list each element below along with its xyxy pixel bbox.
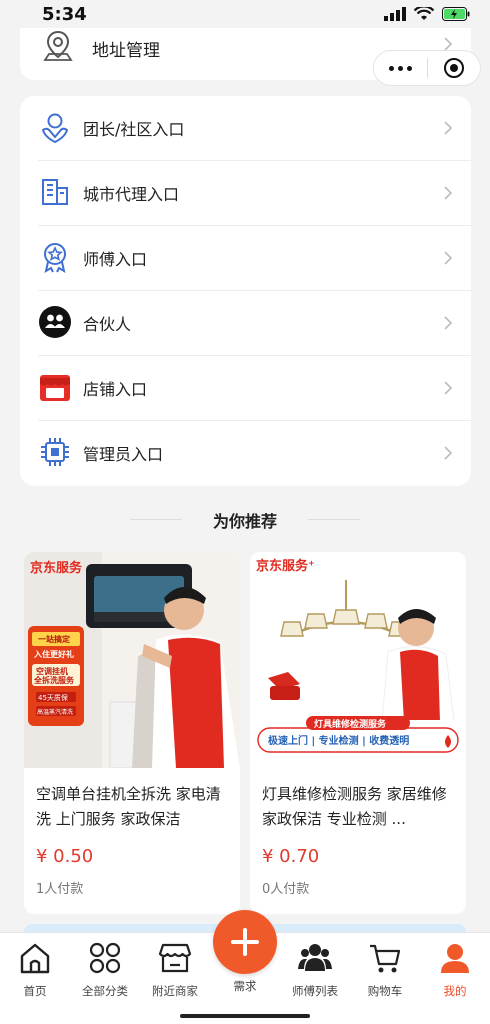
tab-label: 首页: [23, 984, 47, 998]
more-dot-icon: [388, 65, 394, 71]
product-title: 灯具维修检测服务 家居维修 家政保洁 专业检测 ...: [262, 785, 447, 828]
post-demand-button[interactable]: [213, 910, 277, 974]
badge-star-icon: [38, 240, 72, 274]
home-icon: [20, 943, 50, 974]
address-management-label: 地址管理: [92, 41, 160, 61]
entry-menu-card: 团长/社区入口 城市代理入口 师傅入口 合伙人 店铺入口 管理员入口: [20, 96, 471, 486]
brand-logo-text: 京东服务⁺: [256, 558, 315, 574]
status-time: 5:34: [42, 3, 87, 25]
tab-label: 需求: [233, 979, 257, 993]
plus-icon: [231, 928, 259, 956]
location-pin-icon: [43, 30, 73, 61]
svg-text:入住更好礼: 入住更好礼: [33, 649, 74, 659]
building-icon: [38, 175, 72, 209]
lamp-service-illustration: 京东服务⁺ 灯具维修检测服务 极速上门 | 专业检测 | 收费透明: [250, 552, 466, 768]
menu-item-label: 团长/社区入口: [83, 120, 185, 139]
product-image-ac: 京东服务 一站搞定 入住更好礼 空调挂机 全拆洗服务 45天质保 高温蒸汽清洗: [24, 552, 240, 768]
tab-label: 师傅列表: [292, 984, 338, 998]
more-options-button[interactable]: [374, 65, 427, 71]
chevron-right-icon: [444, 251, 453, 265]
tab-label: 购物车: [367, 984, 403, 998]
product-title: 空调单台挂机全拆洗 家电清洗 上门服务 家政保洁: [36, 785, 221, 828]
tab-nearby-shops[interactable]: 附近商家: [143, 941, 207, 1001]
status-icons: [384, 7, 470, 21]
tab-mine[interactable]: 我的: [423, 941, 487, 1001]
menu-item-store[interactable]: 店铺入口: [20, 356, 471, 421]
chevron-right-icon: [444, 381, 453, 395]
product-price: ¥ 0.70: [262, 846, 320, 867]
menu-item-master[interactable]: 师傅入口: [20, 226, 471, 291]
menu-item-label: 店铺入口: [83, 380, 148, 399]
tab-master-list[interactable]: 师傅列表: [283, 941, 347, 1001]
partners-icon: [38, 305, 72, 339]
menu-item-city-agent[interactable]: 城市代理入口: [20, 161, 471, 226]
chevron-right-icon: [444, 121, 453, 135]
product-sold-count: 1人付款: [36, 882, 84, 897]
target-close-icon: [443, 58, 464, 78]
menu-item-admin[interactable]: 管理员入口: [20, 421, 471, 486]
tab-label: 附近商家: [152, 984, 198, 998]
menu-item-partner[interactable]: 合伙人: [20, 291, 471, 356]
divider: [308, 519, 360, 520]
brand-logo-text: 京东服务: [30, 560, 83, 576]
person-heart-icon: [38, 110, 72, 144]
product-image-lamp: 京东服务⁺ 灯具维修检测服务 极速上门 | 专业检测 | 收费透明: [250, 552, 466, 768]
tab-label: 全部分类: [82, 984, 128, 998]
svg-text:灯具维修检测服务: 灯具维修检测服务: [314, 718, 387, 730]
close-miniprogram-button[interactable]: [427, 57, 480, 79]
ac-service-illustration: 京东服务 一站搞定 入住更好礼 空调挂机 全拆洗服务 45天质保 高温蒸汽清洗: [24, 552, 240, 768]
chevron-right-icon: [444, 446, 453, 460]
product-sold-count: 0人付款: [262, 882, 310, 897]
product-price: ¥ 0.50: [36, 846, 94, 867]
svg-text:高温蒸汽清洗: 高温蒸汽清洗: [37, 708, 73, 716]
store-icon: [38, 370, 72, 404]
tab-cart[interactable]: 购物车: [353, 941, 417, 1001]
menu-item-community-leader[interactable]: 团长/社区入口: [20, 96, 471, 161]
tab-home[interactable]: 首页: [3, 941, 67, 1001]
chip-icon: [38, 435, 72, 469]
shop-icon: [158, 943, 192, 973]
recommend-title: 为你推荐: [212, 512, 277, 531]
svg-text:一站搞定: 一站搞定: [38, 634, 70, 644]
svg-text:全拆洗服务: 全拆洗服务: [33, 675, 75, 685]
svg-text:空调挂机: 空调挂机: [36, 666, 68, 676]
chevron-right-icon: [444, 186, 453, 200]
status-bar: 5:34: [0, 0, 490, 28]
wifi-icon: [414, 7, 434, 20]
battery-charging-icon: [442, 7, 470, 21]
tab-categories[interactable]: 全部分类: [73, 941, 137, 1001]
more-dot-icon: [397, 65, 403, 71]
more-dot-icon: [406, 65, 412, 71]
miniprogram-capsule: [373, 50, 481, 86]
menu-item-label: 合伙人: [83, 315, 132, 334]
tab-label: 我的: [443, 984, 467, 998]
menu-item-label: 管理员入口: [83, 445, 164, 464]
home-indicator: [180, 1014, 310, 1018]
product-card-lamp-repair[interactable]: 京东服务⁺ 灯具维修检测服务 极速上门 | 专业检测 | 收费透明 灯具维修检测…: [250, 552, 466, 914]
svg-text:极速上门 | 专业检测 | 收费透明: 极速上门 | 专业检测 | 收费透明: [268, 734, 409, 747]
product-card-ac-cleaning[interactable]: 京东服务 一站搞定 入住更好礼 空调挂机 全拆洗服务 45天质保 高温蒸汽清洗 …: [24, 552, 240, 914]
chevron-right-icon: [444, 316, 453, 330]
menu-item-label: 师傅入口: [83, 250, 148, 269]
cart-icon: [370, 944, 401, 973]
menu-item-label: 城市代理入口: [83, 185, 180, 204]
workers-icon: [298, 944, 332, 971]
svg-text:45天质保: 45天质保: [38, 693, 68, 702]
cellular-signal-icon: [384, 7, 406, 21]
user-icon: [441, 944, 469, 973]
grid-icon: [89, 942, 121, 974]
